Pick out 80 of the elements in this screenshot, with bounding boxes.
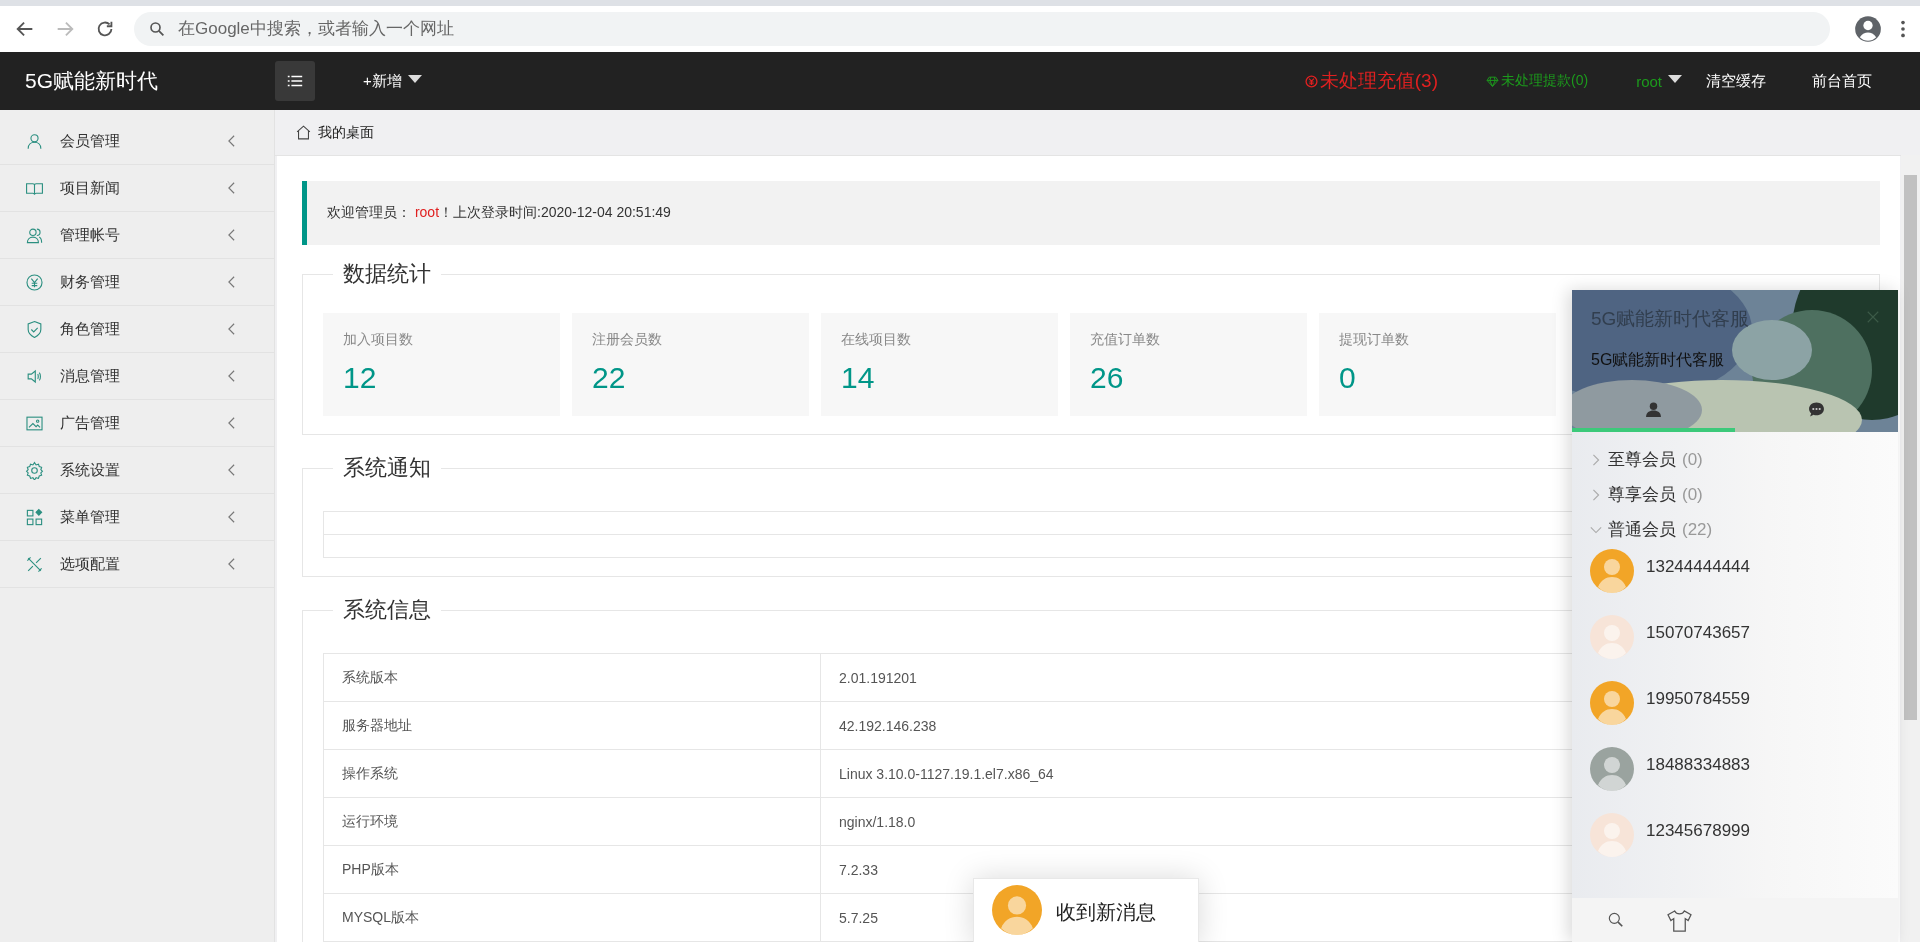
group-count: (22) (1682, 519, 1713, 540)
user-menu[interactable]: root (1636, 72, 1682, 90)
table-cell: MYSQL版本 (323, 893, 821, 942)
chat-bubble-icon (1808, 400, 1825, 418)
diamond-icon (1486, 74, 1499, 88)
table-cell: 操作系统 (323, 749, 821, 798)
yen-icon (1304, 74, 1318, 88)
yen-icon (25, 272, 44, 292)
section-title: 系统通知 (342, 454, 432, 482)
group-count: (0) (1682, 449, 1703, 470)
section-title: 系统信息 (342, 596, 432, 624)
group-name: 普通会员 (1608, 519, 1676, 541)
header-link[interactable]: 前台首页 (1812, 71, 1872, 91)
section-title: 数据统计 (342, 260, 432, 288)
stat-label: 充值订单数 (1090, 331, 1161, 349)
stat-value: 0 (1339, 361, 1357, 395)
more-icon[interactable] (1900, 18, 1906, 40)
table-cell: 运行环境 (323, 797, 821, 846)
contact-name: 13244444444 (1646, 557, 1750, 577)
avatar-icon (1590, 549, 1634, 593)
table-cell: PHP版本 (323, 845, 821, 894)
contact-name: 12345678999 (1646, 821, 1750, 841)
tools-icon (25, 554, 44, 574)
address-field[interactable]: 在Google中搜索，或者输入一个网址 (134, 12, 1830, 46)
stat-label: 加入项目数 (343, 331, 414, 349)
user-icon (25, 131, 44, 151)
avatar-icon (1590, 813, 1634, 857)
sidebar-item[interactable]: 管理帐号 (0, 212, 274, 259)
sidebar-item[interactable]: 菜单管理 (0, 494, 274, 541)
group-name: 尊享会员 (1608, 484, 1676, 506)
menu-button[interactable] (275, 61, 315, 101)
stat-card[interactable]: 提现订单数 0 (1319, 313, 1556, 416)
group-name: 至尊会员 (1608, 449, 1676, 471)
sidebar-item[interactable]: 系统设置 (0, 447, 274, 494)
stat-value: 12 (343, 361, 378, 395)
avatar-icon (1590, 681, 1634, 725)
group-count: (0) (1682, 484, 1703, 505)
search-icon[interactable] (1606, 910, 1626, 930)
stat-value: 26 (1090, 361, 1125, 395)
shield-icon (25, 319, 44, 339)
sidebar-item[interactable]: 财务管理 (0, 259, 274, 306)
home-icon (295, 124, 312, 141)
sidebar-item[interactable]: 项目新闻 (0, 165, 274, 212)
contact-name: 15070743657 (1646, 623, 1750, 643)
sidebar-item[interactable]: 会员管理 (0, 118, 274, 165)
account-icon[interactable] (1854, 15, 1882, 43)
stat-label: 注册会员数 (592, 331, 663, 349)
shirt-icon[interactable] (1666, 908, 1693, 932)
sidebar-item[interactable]: 广告管理 (0, 400, 274, 447)
toast-text: 收到新消息 (1056, 900, 1156, 925)
table-cell: 系统版本 (323, 653, 821, 702)
chat-subtitle: 5G赋能新时代客服 (1591, 350, 1725, 370)
sidebar-item[interactable]: 角色管理 (0, 306, 274, 353)
contact-group[interactable]: 尊享会员 (0) (1590, 477, 1898, 512)
stat-label: 在线项目数 (841, 331, 912, 349)
contact-name: 18488334883 (1646, 755, 1750, 775)
contact-group[interactable]: 普通会员 (22) (1590, 512, 1898, 547)
breadcrumb-tab[interactable]: 我的桌面 (318, 123, 374, 142)
stat-card[interactable]: 注册会员数 22 (572, 313, 809, 416)
contact-group[interactable]: 至尊会员 (0) (1590, 442, 1898, 477)
avatar-icon (992, 885, 1042, 935)
grid-icon (25, 507, 44, 527)
add-menu[interactable]: +新增 (363, 71, 422, 91)
withdraw-alert-link[interactable]: 未处理提款(0) (1486, 72, 1589, 90)
message-toast[interactable]: 收到新消息 (973, 878, 1199, 942)
avatar-icon (1590, 747, 1634, 791)
settings-icon (25, 460, 44, 480)
stat-label: 提现订单数 (1339, 331, 1410, 349)
avatar-icon (1590, 615, 1634, 659)
contact-item[interactable]: 13244444444 (1590, 547, 1898, 613)
search-icon (148, 20, 166, 38)
stat-value: 14 (841, 361, 876, 395)
stat-value: 22 (592, 361, 627, 395)
sidebar-item[interactable]: 消息管理 (0, 353, 274, 400)
welcome-message: 欢迎管理员： root！上次登录时间:2020-12-04 20:51:49 (327, 204, 671, 222)
table-cell: 服务器地址 (323, 701, 821, 750)
header-link[interactable]: 清空缓存 (1706, 71, 1766, 91)
person-icon (1645, 400, 1662, 418)
brand-title: 5G赋能新时代 (25, 68, 159, 94)
sidebar-item[interactable]: 选项配置 (0, 541, 274, 588)
